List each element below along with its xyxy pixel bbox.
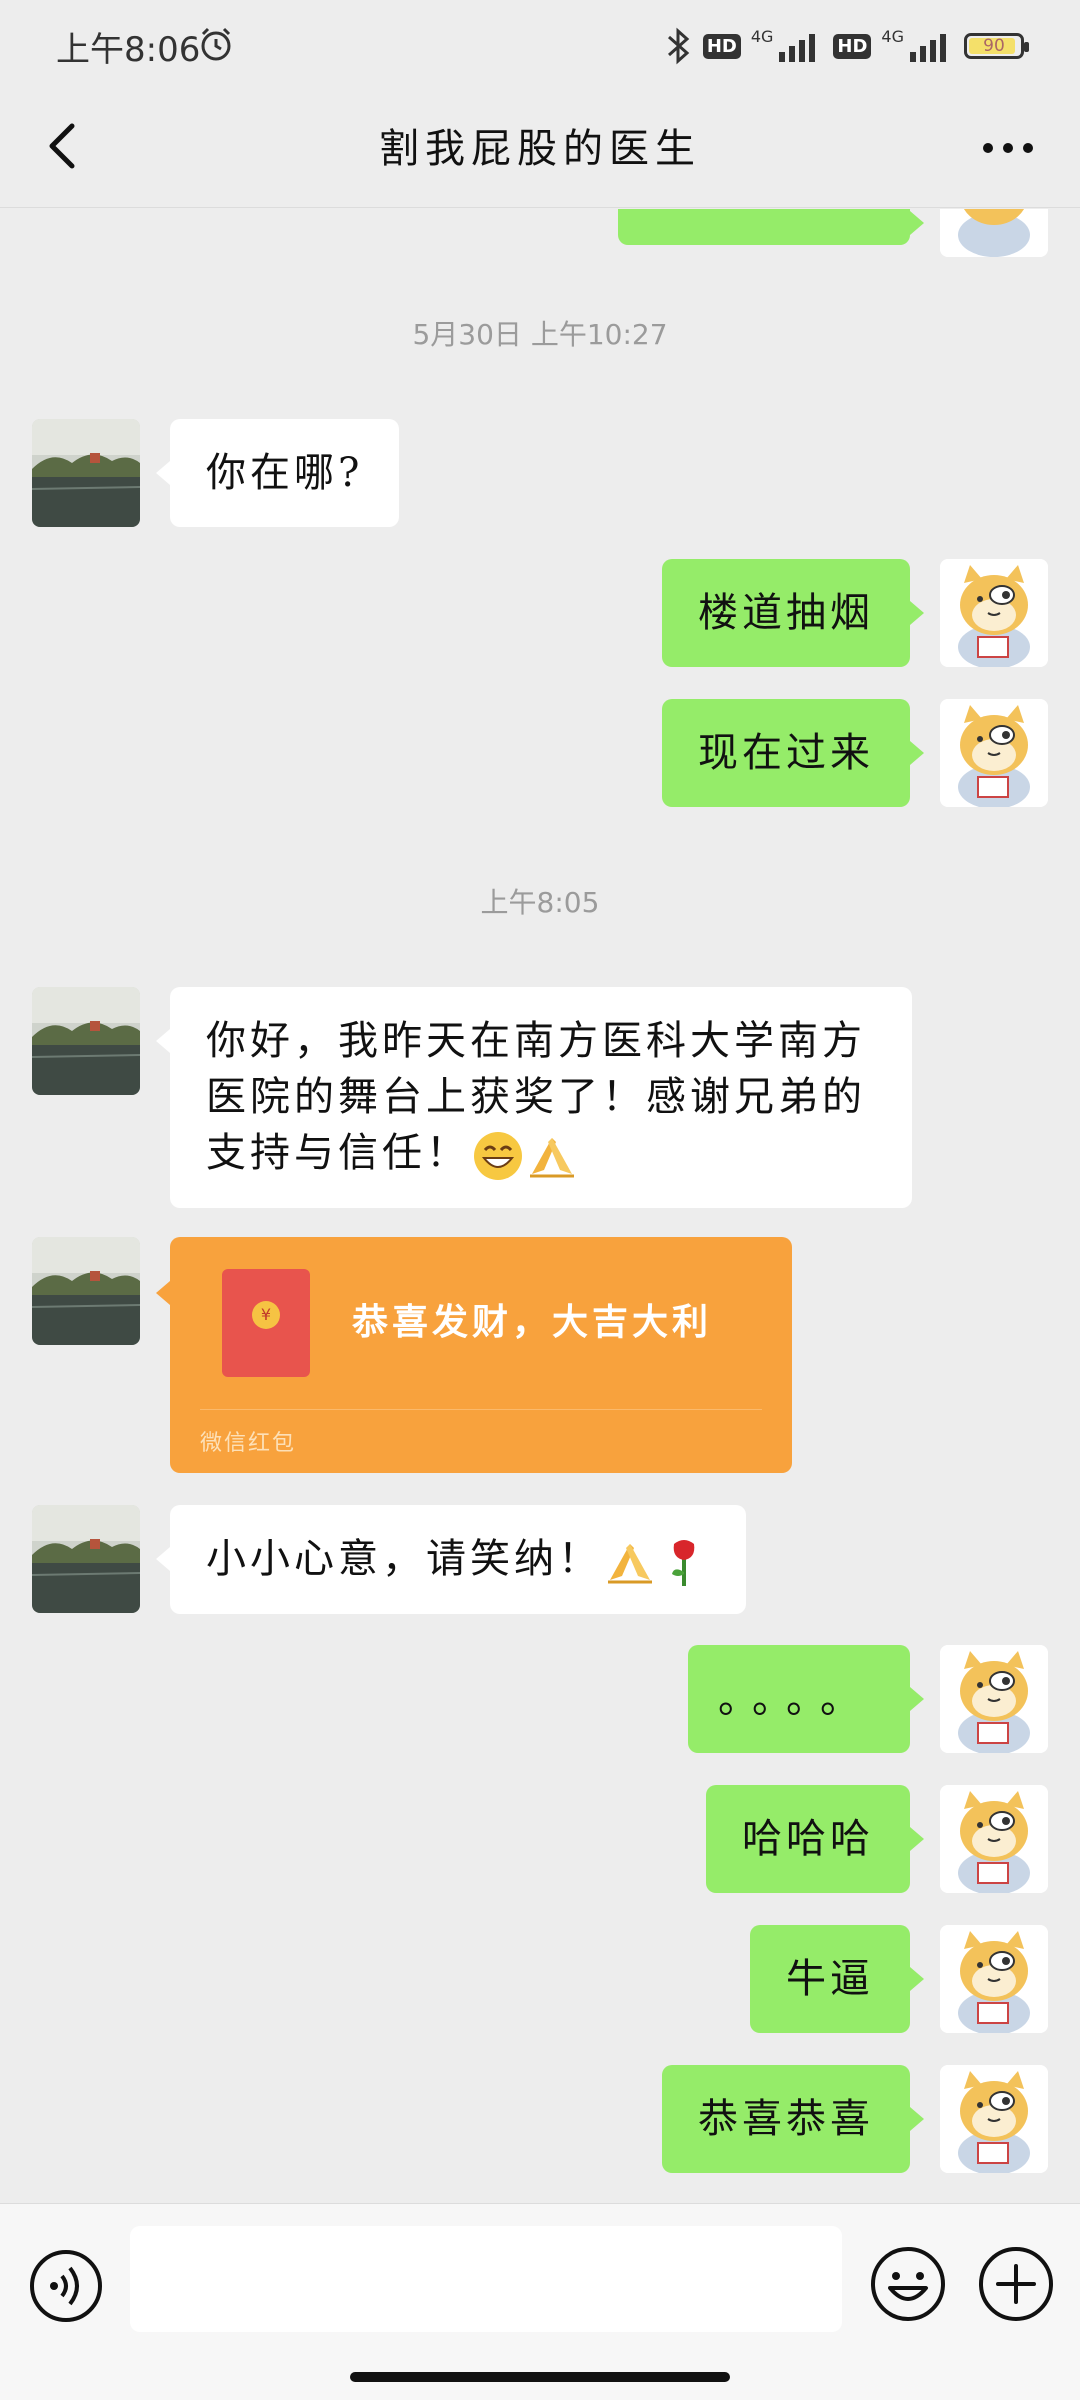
chat-bubble-outgoing-partial[interactable] [618,209,924,245]
avatar[interactable] [32,1237,140,1345]
grinning-emoji-icon [474,1132,522,1180]
battery-level: 90 [983,36,1005,56]
emoji-icon[interactable] [868,2244,948,2324]
doge-avatar-icon [940,1785,1048,1893]
chat-bubble-incoming[interactable]: 你在哪? [155,419,400,527]
chat-message-list[interactable]: 5月30日 上午10:27 你在哪? 楼道抽烟 现在过来 上午8:05 你好，我… [0,209,1080,2203]
hd-badge: HD [833,33,872,59]
red-envelope-icon: ¥ [222,1269,310,1377]
divider [200,1409,762,1410]
avatar[interactable] [940,1925,1048,2033]
red-packet-label: 微信红包 [200,1431,297,1456]
battery-icon: 90 [964,33,1029,59]
message-input-bar [0,2203,1080,2400]
avatar[interactable] [32,987,140,1095]
chat-bubble-outgoing[interactable]: 现在过来 [662,699,924,807]
landscape-avatar-icon [32,987,140,1095]
more-dots-icon[interactable] [976,120,1040,176]
signal-icon [910,34,946,62]
rose-icon [672,1540,695,1586]
signal-icon [779,34,816,62]
chat-bubble-outgoing[interactable]: 牛逼 [750,1925,924,2033]
avatar[interactable] [940,699,1048,807]
red-packet-greeting: 恭喜发财，大吉大利 [352,1301,713,1343]
avatar[interactable] [940,209,1048,257]
chat-timestamp: 上午8:05 [480,886,600,919]
plus-icon[interactable] [976,2244,1056,2324]
chat-title: 割我屁股的医生 [379,126,701,172]
alarm-icon [201,27,231,61]
pray-hands-icon [608,1544,652,1584]
red-packet-message[interactable]: ¥ 恭喜发财，大吉大利 微信红包 [156,1237,792,1473]
status-bar: 上午8:06 HD 4G HD 4G 90 [0,0,1080,86]
bluetooth-icon [667,27,690,65]
doge-avatar-icon [940,1645,1048,1753]
doge-avatar-icon [940,2065,1048,2173]
chat-bubble-incoming[interactable]: 小小心意，请笑纳！ [156,1505,746,1614]
avatar[interactable] [32,1505,140,1613]
network-type: 4G [881,26,904,46]
avatar[interactable] [940,1785,1048,1893]
chat-bubble-outgoing[interactable]: 哈哈哈 [706,1785,924,1893]
avatar[interactable] [32,419,140,527]
chat-bubble-outgoing[interactable]: 恭喜恭喜 [662,2065,924,2173]
yuan-coin-icon: ¥ [252,1301,280,1329]
doge-avatar-icon [940,699,1048,807]
avatar[interactable] [940,559,1048,667]
home-indicator[interactable] [350,2372,730,2382]
doge-avatar-icon [940,559,1048,667]
avatar[interactable] [940,2065,1048,2173]
chat-bubble-outgoing[interactable]: 。。。。 [688,1645,924,1753]
chat-header: 割我屁股的医生 [0,86,1080,208]
avatar[interactable] [940,1645,1048,1753]
message-text: 小小心意，请笑纳！ [206,1536,602,1582]
status-time: 上午8:06 [56,30,201,70]
landscape-avatar-icon [32,419,140,527]
chat-bubble-incoming[interactable]: 你好，我昨天在南方医科大学南方医院的舞台上获奖了！感谢兄弟的支持与信任！ [156,987,912,1208]
network-type: 4G [750,26,774,46]
chat-timestamp: 5月30日 上午10:27 [412,318,668,351]
landscape-avatar-icon [32,1237,140,1345]
chat-bubble-outgoing[interactable]: 楼道抽烟 [662,559,924,667]
doge-avatar-icon [940,1925,1048,2033]
doge-avatar-icon [940,209,1048,257]
status-indicators: HD 4G HD 4G 90 [663,26,1029,66]
voice-icon[interactable] [28,2248,104,2324]
pray-hands-icon [530,1138,574,1178]
hd-badge: HD [702,33,741,59]
message-input[interactable] [130,2226,842,2332]
landscape-avatar-icon [32,1505,140,1613]
